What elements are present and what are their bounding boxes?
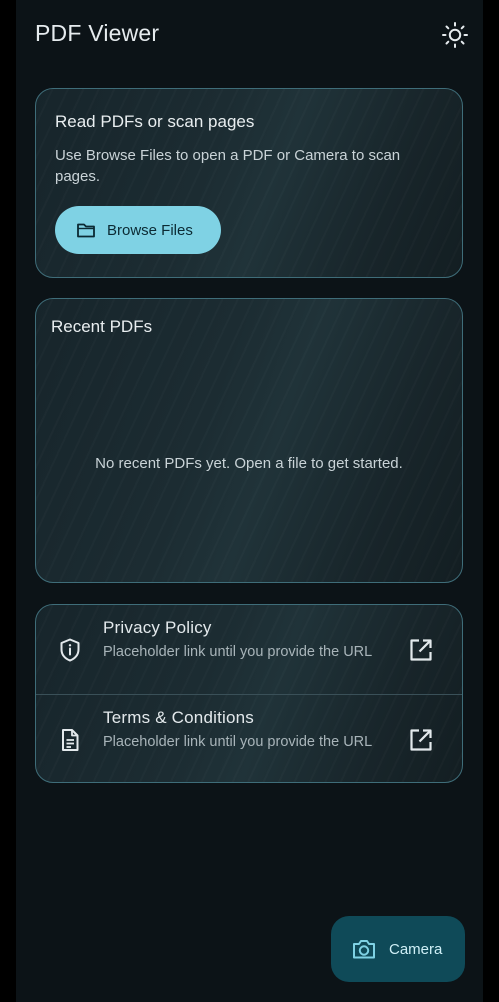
recent-pdfs-card: Recent PDFs No recent PDFs yet. Open a f… (35, 298, 463, 583)
privacy-policy-title: Privacy Policy (103, 618, 212, 637)
terms-conditions-title: Terms & Conditions (103, 708, 254, 727)
theme-toggle-button[interactable] (438, 18, 472, 52)
shield-info-icon (57, 637, 83, 663)
open-in-new-icon[interactable] (407, 636, 435, 664)
browse-files-label: Browse Files (107, 221, 193, 239)
document-icon (57, 727, 83, 753)
camera-fab-label: Camera (389, 940, 443, 958)
sun-icon (441, 21, 469, 49)
terms-conditions-subtitle: Placeholder link until you provide the U… (103, 734, 373, 750)
open-in-new-icon[interactable] (407, 726, 435, 754)
app-screen: PDF Viewer Read PDFs or scan pages Use B… (16, 0, 483, 1002)
intro-card-title: Read PDFs or scan pages (55, 112, 255, 131)
folder-icon (76, 221, 96, 239)
recent-pdfs-empty-message: No recent PDFs yet. Open a file to get s… (95, 455, 403, 472)
app-title: PDF Viewer (35, 20, 160, 46)
recent-pdfs-title: Recent PDFs (51, 317, 153, 336)
intro-card-description: Use Browse Files to open a PDF or Camera… (55, 147, 401, 185)
privacy-policy-row[interactable]: Privacy Policy Placeholder link until yo… (36, 605, 462, 695)
privacy-policy-subtitle: Placeholder link until you provide the U… (103, 644, 373, 660)
camera-fab-button[interactable]: Camera (331, 916, 465, 982)
terms-conditions-row[interactable]: Terms & Conditions Placeholder link unti… (36, 695, 462, 784)
browse-files-button[interactable]: Browse Files (55, 206, 221, 254)
links-card: Privacy Policy Placeholder link until yo… (35, 604, 463, 783)
intro-card: Read PDFs or scan pages Use Browse Files… (35, 88, 463, 278)
camera-icon (351, 937, 377, 961)
